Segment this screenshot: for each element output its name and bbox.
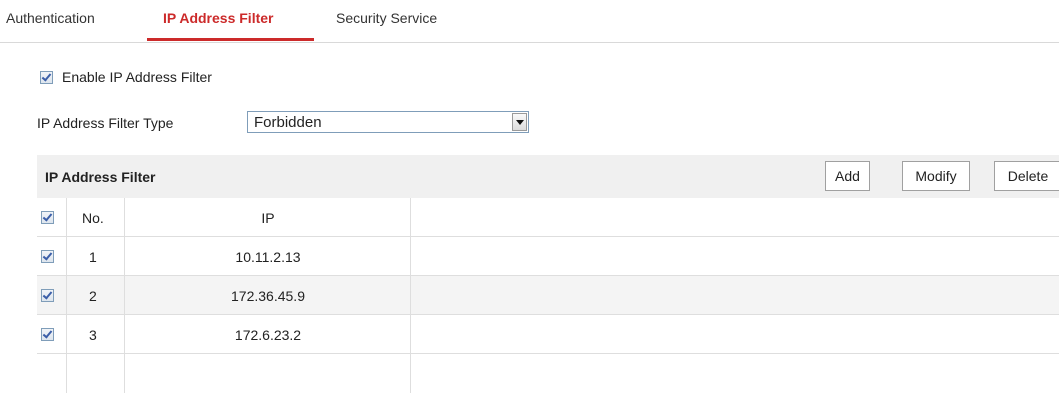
row-ip-cell: 10.11.2.13 bbox=[125, 237, 411, 275]
row-no-cell: 1 bbox=[67, 237, 125, 275]
row-empty-cell bbox=[411, 237, 1059, 275]
select-all-checkbox[interactable] bbox=[41, 211, 54, 224]
filter-type-label: IP Address Filter Type bbox=[37, 115, 174, 131]
header-ip-cell: IP bbox=[125, 198, 411, 236]
tab-bar: Authentication IP Address Filter Securit… bbox=[0, 0, 1059, 43]
header-empty-cell bbox=[411, 198, 1059, 236]
row-number: 1 bbox=[89, 249, 97, 265]
table-row[interactable]: 3 172.6.23.2 bbox=[37, 315, 1059, 354]
row-empty-cell bbox=[411, 276, 1059, 314]
chevron-down-icon[interactable] bbox=[512, 113, 527, 131]
table-row[interactable]: 1 10.11.2.13 bbox=[37, 237, 1059, 276]
row-checkbox-cell bbox=[37, 237, 67, 275]
row-checkbox[interactable] bbox=[41, 328, 54, 341]
filter-type-select[interactable]: Forbidden bbox=[247, 111, 529, 133]
panel-header: IP Address Filter Add Modify Delete bbox=[37, 155, 1059, 198]
panel-title: IP Address Filter bbox=[45, 169, 156, 185]
table-empty-row bbox=[37, 354, 1059, 393]
row-ip: 172.36.45.9 bbox=[231, 288, 305, 304]
filter-type-value: Forbidden bbox=[254, 114, 322, 131]
delete-button[interactable]: Delete bbox=[994, 161, 1059, 191]
table-header-row: No. IP bbox=[37, 198, 1059, 237]
row-checkbox-cell bbox=[37, 315, 67, 353]
row-no-cell: 2 bbox=[67, 276, 125, 314]
row-no-cell: 3 bbox=[67, 315, 125, 353]
row-ip: 10.11.2.13 bbox=[235, 249, 301, 265]
ip-filter-panel: IP Address Filter Add Modify Delete No. … bbox=[37, 155, 1059, 395]
enable-filter-label: Enable IP Address Filter bbox=[62, 69, 212, 85]
row-ip-cell: 172.6.23.2 bbox=[125, 315, 411, 353]
empty-cell bbox=[67, 354, 125, 393]
tab-ip-address-filter[interactable]: IP Address Filter bbox=[163, 10, 273, 26]
table-row[interactable]: 2 172.36.45.9 bbox=[37, 276, 1059, 315]
active-tab-indicator bbox=[147, 38, 314, 41]
row-ip-cell: 172.36.45.9 bbox=[125, 276, 411, 314]
add-button[interactable]: Add bbox=[825, 161, 870, 191]
tab-authentication[interactable]: Authentication bbox=[6, 10, 95, 26]
empty-cell bbox=[37, 354, 67, 393]
enable-filter-row: Enable IP Address Filter bbox=[40, 69, 212, 85]
row-number: 3 bbox=[89, 327, 97, 343]
modify-button[interactable]: Modify bbox=[902, 161, 970, 191]
column-header-ip: IP bbox=[261, 210, 275, 226]
row-checkbox[interactable] bbox=[41, 289, 54, 302]
tab-security-service[interactable]: Security Service bbox=[336, 10, 437, 26]
header-no-cell: No. bbox=[67, 198, 125, 236]
empty-cell bbox=[411, 354, 1059, 393]
row-empty-cell bbox=[411, 315, 1059, 353]
header-checkbox-cell bbox=[37, 198, 67, 236]
enable-filter-checkbox[interactable] bbox=[40, 70, 53, 84]
row-ip: 172.6.23.2 bbox=[234, 327, 302, 343]
row-checkbox[interactable] bbox=[41, 250, 54, 263]
column-header-no: No. bbox=[82, 210, 104, 226]
row-checkbox-cell bbox=[37, 276, 67, 314]
row-number: 2 bbox=[89, 288, 97, 304]
empty-cell bbox=[125, 354, 411, 393]
